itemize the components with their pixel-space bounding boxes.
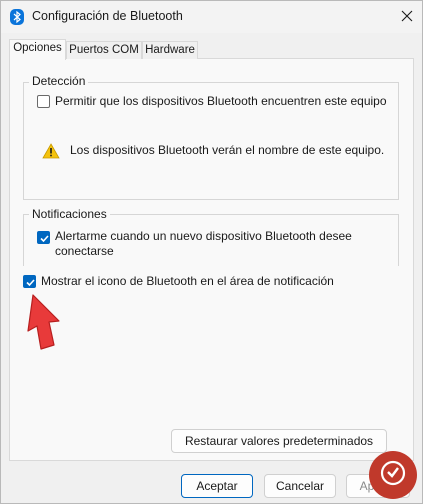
warning-text: Los dispositivos Bluetooth verán el nomb… bbox=[70, 143, 385, 157]
show-bluetooth-icon-label[interactable]: Mostrar el icono de Bluetooth en el área… bbox=[41, 274, 334, 288]
alert-new-device-label-line2[interactable]: conectarse bbox=[55, 244, 114, 258]
solvetic-logo-icon bbox=[367, 449, 419, 503]
restore-defaults-button[interactable]: Restaurar valores predeterminados bbox=[171, 429, 387, 453]
tab-hardware[interactable]: Hardware bbox=[142, 41, 198, 59]
close-button[interactable] bbox=[393, 5, 421, 29]
window-title: Configuración de Bluetooth bbox=[32, 9, 183, 23]
notifications-group-label: Notificaciones bbox=[29, 207, 110, 221]
detection-group-label: Detección bbox=[29, 74, 89, 88]
bluetooth-settings-dialog: Configuración de Bluetooth Opciones Puer… bbox=[0, 0, 423, 504]
warning-icon bbox=[42, 143, 60, 162]
allow-discovery-label[interactable]: Permitir que los dispositivos Bluetooth … bbox=[55, 94, 387, 108]
close-icon bbox=[393, 10, 421, 32]
tab-opciones[interactable]: Opciones bbox=[9, 39, 66, 60]
alert-new-device-label[interactable]: Alertarme cuando un nuevo dispositivo Bl… bbox=[55, 229, 352, 243]
tab-puertos-com[interactable]: Puertos COM bbox=[66, 41, 142, 59]
allow-discovery-checkbox[interactable] bbox=[37, 95, 50, 108]
title-bar: Configuración de Bluetooth bbox=[1, 1, 422, 33]
red-arrow-up-icon bbox=[19, 293, 67, 356]
show-bluetooth-icon-checkbox[interactable] bbox=[23, 275, 36, 288]
accept-button[interactable]: Aceptar bbox=[181, 474, 253, 498]
bluetooth-icon bbox=[10, 9, 24, 25]
alert-new-device-checkbox[interactable] bbox=[37, 231, 50, 244]
cancel-button[interactable]: Cancelar bbox=[264, 474, 336, 498]
